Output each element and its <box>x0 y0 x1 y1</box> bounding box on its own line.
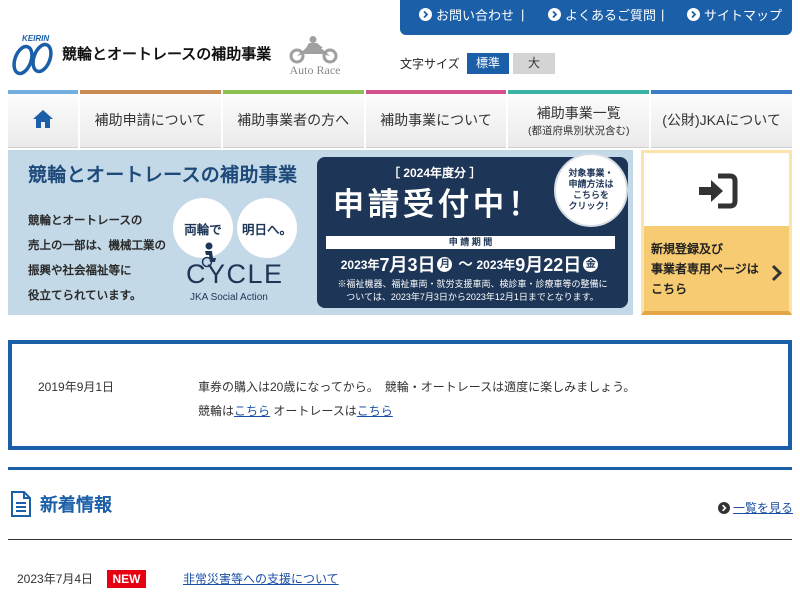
autorace-logo-text: Auto Race <box>290 63 341 77</box>
contact-link[interactable]: お問い合わせ <box>419 0 514 29</box>
utility-separator: | <box>661 7 665 22</box>
banner-body-line: 振興や社会福祉等に <box>28 265 132 277</box>
period-end-weekday: 金 <box>583 256 599 272</box>
banner-note: ※福祉機器、福祉車両・就労支援車両、検診車・診療車等の整備に ついては、2023… <box>321 278 624 304</box>
keirin-logo[interactable]: KEIRIN <box>8 33 60 82</box>
motorcycle-icon <box>289 36 338 64</box>
period-start-year: 2023年 <box>340 257 380 272</box>
period-end-date: 9月22日 <box>515 255 582 275</box>
new-badge: NEW <box>107 570 146 588</box>
section-divider <box>8 467 792 470</box>
autorace-logo[interactable]: Auto Race <box>282 36 348 83</box>
badge-line: クリック！ <box>568 201 614 211</box>
utility-separator: | <box>521 7 525 22</box>
faq-link-label: よくあるご質問 <box>565 8 657 23</box>
nav-home[interactable] <box>8 90 78 148</box>
news-divider <box>8 539 792 540</box>
font-size-standard-button[interactable]: 標準 <box>467 53 509 74</box>
utility-bar: お問い合わせ | よくあるご質問 | サイトマップ <box>400 0 792 35</box>
application-period: 2023年 7月3日月～ 2023年 9月22日金 <box>326 252 615 276</box>
global-nav: 補助申請について 補助事業者の方へ 補助事業について 補助事業一覧 (都道府県別… <box>8 90 792 148</box>
registration-login-box[interactable]: 新規登録及び 事業者専用ページは こちら <box>641 150 792 315</box>
nav-item-grantees[interactable]: 補助事業者の方へ <box>222 90 364 148</box>
nav-item-label: 補助申請について <box>94 112 207 128</box>
login-box-line: 新規登録及び <box>651 242 724 256</box>
nav-item-label: 補助事業者の方へ <box>237 112 350 128</box>
circle-chevron-right-icon <box>548 8 561 21</box>
circle-chevron-right-icon <box>419 8 432 21</box>
login-icon <box>696 173 738 214</box>
period-label: 申 請 期 間 <box>326 236 615 249</box>
autorace-prefix: オートレースは <box>270 404 357 418</box>
fiscal-year: ［ 2024年度分 ］ <box>388 166 482 180</box>
nav-item-program-list[interactable]: 補助事業一覧 (都道府県別状況含む) <box>508 90 650 148</box>
autorace-link[interactable]: こちら <box>357 404 393 418</box>
keirin-logo-text: KEIRIN <box>22 34 49 43</box>
main-banner[interactable]: 競輪とオートレースの補助事業 競輪とオートレースの 売上の一部は、機械工業の 振… <box>8 150 633 315</box>
news-item: 2023年7月4日 NEW 非常災害等への支援について <box>0 570 800 590</box>
sitemap-link[interactable]: サイトマップ <box>687 0 782 29</box>
font-size-large-button[interactable]: 大 <box>513 53 555 74</box>
faq-link[interactable]: よくあるご質問 <box>548 0 656 29</box>
keirin-prefix: 競輪は <box>198 404 235 418</box>
notice-date: 2019年9月1日 <box>38 380 115 394</box>
news-title-link[interactable]: 非常災害等への支援について <box>183 571 339 587</box>
chevron-right-icon <box>771 264 783 287</box>
login-box-text: 新規登録及び 事業者専用ページは こちら <box>651 239 759 299</box>
banner-body-line: 売上の一部は、機械工業の <box>28 240 166 252</box>
period-start-date: 7月3日 <box>379 255 436 275</box>
badge-line: 申請方法は <box>568 179 614 189</box>
notice-links-line: 競輪はこちら オートレースはこちら <box>198 403 393 419</box>
banner-note-line: ※福祉機器、福祉車両・就労支援車両、検診車・診療車等の整備に <box>337 279 608 289</box>
login-box-line: 事業者専用ページは <box>651 262 759 276</box>
nav-item-label: 補助事業一覧 <box>536 104 621 121</box>
view-all-label: 一覧を見る <box>733 501 794 515</box>
login-box-line: こちら <box>651 282 688 296</box>
period-start-weekday: 月 <box>437 256 453 272</box>
banner-body-line: 役立てられています。 <box>28 290 142 302</box>
banner-circle: 明日へ。 <box>237 198 297 258</box>
banner-note-line: ついては、2023年7月3日から2023年12月1日までとなります。 <box>346 292 599 302</box>
nav-item-about-jka[interactable]: (公財)JKAについて <box>651 90 792 148</box>
news-date: 2023年7月4日 <box>17 572 94 586</box>
nav-item-label: (公財)JKAについて <box>662 112 781 128</box>
notice-text: 車券の購入は20歳になってから。 競輪・オートレースは適度に楽しみましょう。 <box>198 380 636 394</box>
badge-line: こちらを <box>572 190 609 200</box>
period-end-year: 2023年 <box>476 257 516 272</box>
font-size-label: 文字サイズ <box>400 57 460 71</box>
banner-headline: 申請受付中！ <box>333 187 543 222</box>
notice-box: 2019年9月1日 車券の購入は20歳になってから。 競輪・オートレースは適度に… <box>8 340 792 450</box>
document-icon <box>10 490 32 523</box>
cycle-logo: CYCLE <box>186 259 284 289</box>
circle-chevron-right-icon <box>718 502 730 514</box>
banner-body: 競輪とオートレースの 売上の一部は、機械工業の 振興や社会福祉等に 役立てられて… <box>28 209 166 309</box>
circle-chevron-right-icon <box>687 8 700 21</box>
cycle-tagline: JKA Social Action <box>190 292 268 303</box>
banner-title: 競輪とオートレースの補助事業 <box>28 165 298 186</box>
period-tilde: ～ <box>458 256 473 272</box>
keirin-link[interactable]: こちら <box>234 404 270 418</box>
banner-body-line: 競輪とオートレースの <box>28 215 143 227</box>
nav-item-label: 補助事業について <box>380 112 492 128</box>
sitemap-link-label: サイトマップ <box>704 8 783 23</box>
badge-line: 対象事業・ <box>568 168 614 178</box>
view-all-link[interactable]: 一覧を見る <box>718 500 793 516</box>
nav-item-sublabel: (都道府県別状況含む) <box>528 124 630 137</box>
news-heading: 新着情報 <box>40 495 112 515</box>
click-here-badge[interactable]: 対象事業・ 申請方法は こちらを クリック！ <box>554 153 628 227</box>
contact-link-label: お問い合わせ <box>436 8 515 23</box>
home-icon <box>32 109 54 133</box>
site-title: 競輪とオートレースの補助事業 <box>62 46 272 63</box>
nav-item-application[interactable]: 補助申請について <box>80 90 221 148</box>
nav-item-about-program[interactable]: 補助事業について <box>365 90 507 148</box>
